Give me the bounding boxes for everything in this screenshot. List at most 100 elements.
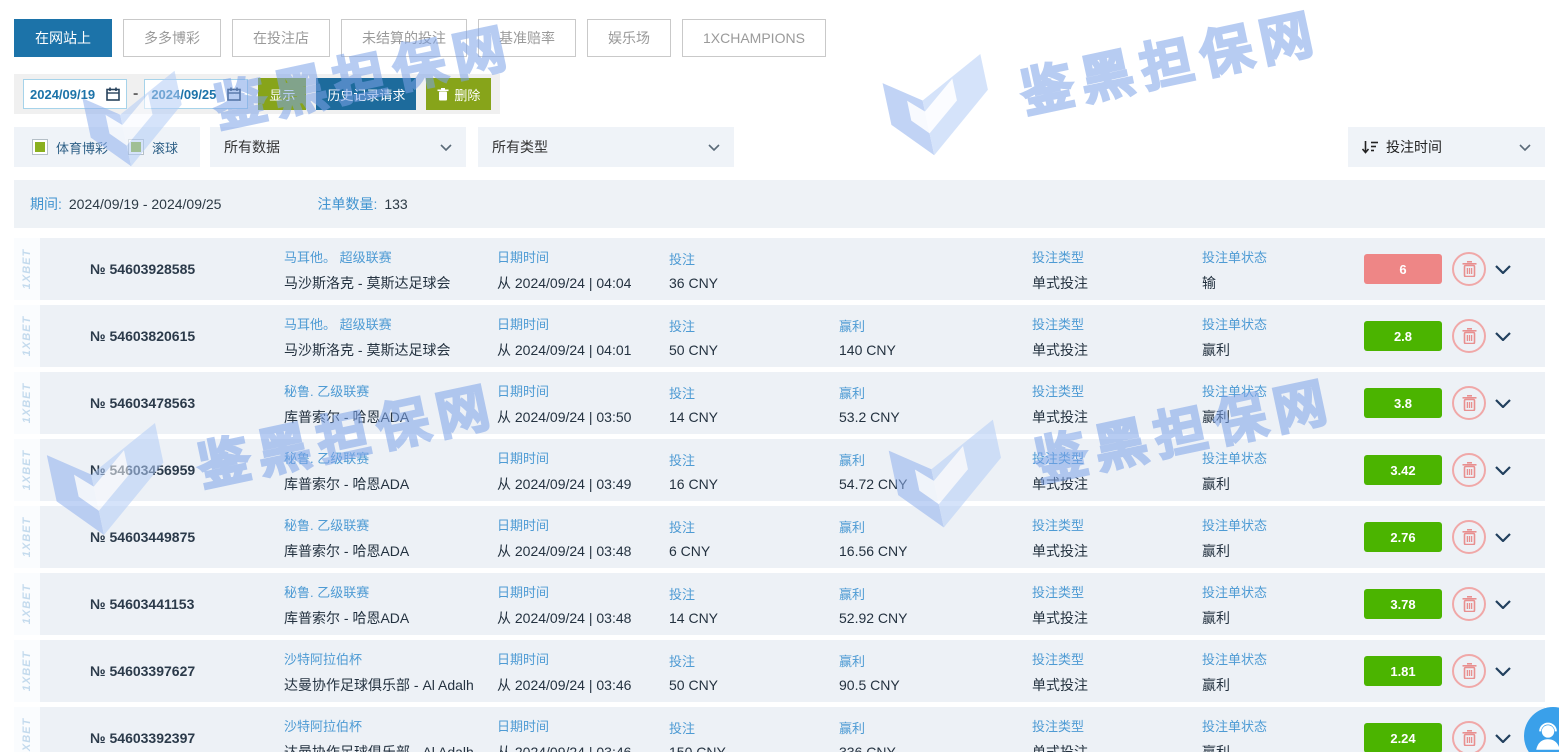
bet-type-label: 投注类型 — [1032, 716, 1202, 735]
brand-strip: 1XBET — [14, 506, 40, 568]
datetime-label: 日期时间 — [497, 716, 669, 735]
tab-on-website[interactable]: 在网站上 — [14, 19, 112, 57]
tab-1xchampions[interactable]: 1XCHAMPIONS — [682, 19, 826, 57]
bet-id: № 54603449875 — [90, 529, 195, 545]
data-filter-value: 所有数据 — [224, 137, 280, 157]
stake-value: 14 CNY — [669, 610, 839, 626]
tab-casino[interactable]: 娱乐场 — [587, 19, 671, 57]
stake-label: 投注 — [669, 517, 839, 536]
delete-button[interactable]: 删除 — [426, 78, 491, 110]
chevron-down-icon — [1519, 144, 1531, 151]
bet-type-value: 单式投注 — [1032, 340, 1202, 360]
status-value: 赢利 — [1202, 474, 1364, 494]
support-agent-icon — [1531, 719, 1559, 752]
status-value: 赢利 — [1202, 608, 1364, 628]
stake-label: 投注 — [669, 718, 839, 737]
bet-type-label: 投注类型 — [1032, 649, 1202, 668]
status-label: 投注单状态 — [1202, 582, 1364, 601]
delete-button-label: 删除 — [454, 85, 480, 104]
status-value: 赢利 — [1202, 675, 1364, 695]
bet-type-label: 投注类型 — [1032, 381, 1202, 400]
bet-type-label: 投注类型 — [1032, 582, 1202, 601]
match-name: 马沙斯洛克 - 莫斯达足球会 — [284, 340, 497, 360]
stake-value: 50 CNY — [669, 677, 839, 693]
expand-row-chevron-icon[interactable] — [1495, 399, 1511, 408]
league-name: 秘鲁. 乙级联赛 — [284, 515, 497, 534]
datetime-label: 日期时间 — [497, 582, 669, 601]
bet-type-value: 单式投注 — [1032, 541, 1202, 561]
bet-id: № 54603441153 — [90, 596, 194, 612]
status-value: 赢利 — [1202, 742, 1364, 752]
win-label: 赢利 — [839, 651, 1032, 670]
date-to-input[interactable]: 2024/09/25 — [144, 79, 248, 109]
brand-strip: 1XBET — [14, 305, 40, 367]
expand-row-chevron-icon[interactable] — [1495, 332, 1511, 341]
datetime-value: 从 2024/09/24 | 03:46 — [497, 742, 669, 752]
data-filter-dropdown[interactable]: 所有数据 — [210, 127, 466, 167]
delete-bet-button[interactable] — [1452, 252, 1486, 286]
brand-strip: 1XBET — [14, 707, 40, 752]
delete-bet-button[interactable] — [1452, 453, 1486, 487]
stake-label: 投注 — [669, 316, 839, 335]
expand-row-chevron-icon[interactable] — [1495, 533, 1511, 542]
expand-row-chevron-icon[interactable] — [1495, 734, 1511, 743]
date-from-input[interactable]: 2024/09/19 — [23, 79, 127, 109]
summary-bar: 期间: 2024/09/19 - 2024/09/25 注单数量: 133 — [14, 180, 1545, 228]
delete-bet-button[interactable] — [1452, 386, 1486, 420]
trash-icon — [437, 88, 449, 101]
status-value: 赢利 — [1202, 407, 1364, 427]
sort-dropdown[interactable]: 投注时间 — [1348, 127, 1545, 167]
bet-row: 1XBET № 54603449875 秘鲁. 乙级联赛 库普索尔 - 哈恩AD… — [14, 506, 1545, 568]
bet-row: 1XBET № 54603397627 沙特阿拉伯杯 达曼协作足球俱乐部 - A… — [14, 640, 1545, 702]
delete-bet-button[interactable] — [1452, 654, 1486, 688]
bet-id: № 54603456959 — [90, 462, 195, 478]
stake-label: 投注 — [669, 584, 839, 603]
tab-benchmark-odds[interactable]: 基准赔率 — [478, 19, 576, 57]
stake-value: 150 CNY — [669, 744, 839, 752]
odds-badge: 1.81 — [1364, 656, 1442, 686]
bet-id: № 54603392397 — [90, 730, 195, 746]
top-tabs: 在网站上 多多博彩 在投注店 未结算的投注 基准赔率 娱乐场 1XCHAMPIO… — [14, 19, 826, 57]
status-label: 投注单状态 — [1202, 649, 1364, 668]
brand-strip: 1XBET — [14, 439, 40, 501]
bet-row: 1XBET № 54603478563 秘鲁. 乙级联赛 库普索尔 - 哈恩AD… — [14, 372, 1545, 434]
brand-label: 1XBET — [21, 450, 33, 490]
delete-bet-button[interactable] — [1452, 319, 1486, 353]
match-name: 达曼协作足球俱乐部 - Al Adalh — [284, 742, 497, 752]
sports-betting-checkbox[interactable]: 体育博彩 — [32, 138, 108, 157]
win-label: 赢利 — [839, 450, 1032, 469]
bet-row: 1XBET № 54603392397 沙特阿拉伯杯 达曼协作足球俱乐部 - A… — [14, 707, 1545, 752]
delete-bet-button[interactable] — [1452, 721, 1486, 752]
expand-row-chevron-icon[interactable] — [1495, 265, 1511, 274]
bet-type-value: 单式投注 — [1032, 742, 1202, 752]
expand-row-chevron-icon[interactable] — [1495, 600, 1511, 609]
delete-bet-button[interactable] — [1452, 520, 1486, 554]
league-name: 秘鲁. 乙级联赛 — [284, 582, 497, 601]
status-value: 赢利 — [1202, 340, 1364, 360]
bet-type-label: 投注类型 — [1032, 314, 1202, 333]
sport-type-filters: 体育博彩 滚球 — [14, 127, 200, 167]
bet-row: 1XBET № 54603456959 秘鲁. 乙级联赛 库普索尔 - 哈恩AD… — [14, 439, 1545, 501]
delete-bet-button[interactable] — [1452, 587, 1486, 621]
history-request-button[interactable]: 历史记录请求 — [316, 78, 416, 110]
stake-label: 投注 — [669, 450, 839, 469]
type-filter-dropdown[interactable]: 所有类型 — [478, 127, 734, 167]
tab-betting-shop[interactable]: 在投注店 — [232, 19, 330, 57]
stake-value: 6 CNY — [669, 543, 839, 559]
expand-row-chevron-icon[interactable] — [1495, 667, 1511, 676]
bet-type-label: 投注类型 — [1032, 448, 1202, 467]
show-button[interactable]: 显示 — [258, 78, 306, 110]
stake-value: 50 CNY — [669, 342, 839, 358]
datetime-label: 日期时间 — [497, 448, 669, 467]
win-label: 赢利 — [839, 517, 1032, 536]
stake-label: 投注 — [669, 383, 839, 402]
bet-id: № 54603478563 — [90, 395, 195, 411]
sort-value: 投注时间 — [1386, 137, 1442, 157]
tab-toto[interactable]: 多多博彩 — [123, 19, 221, 57]
live-betting-checkbox[interactable]: 滚球 — [128, 138, 178, 157]
brand-label: 1XBET — [21, 383, 33, 423]
tab-unsettled-bets[interactable]: 未结算的投注 — [341, 19, 467, 57]
date-to-value: 2024/09/25 — [151, 87, 216, 102]
expand-row-chevron-icon[interactable] — [1495, 466, 1511, 475]
win-value: 90.5 CNY — [839, 677, 1032, 693]
